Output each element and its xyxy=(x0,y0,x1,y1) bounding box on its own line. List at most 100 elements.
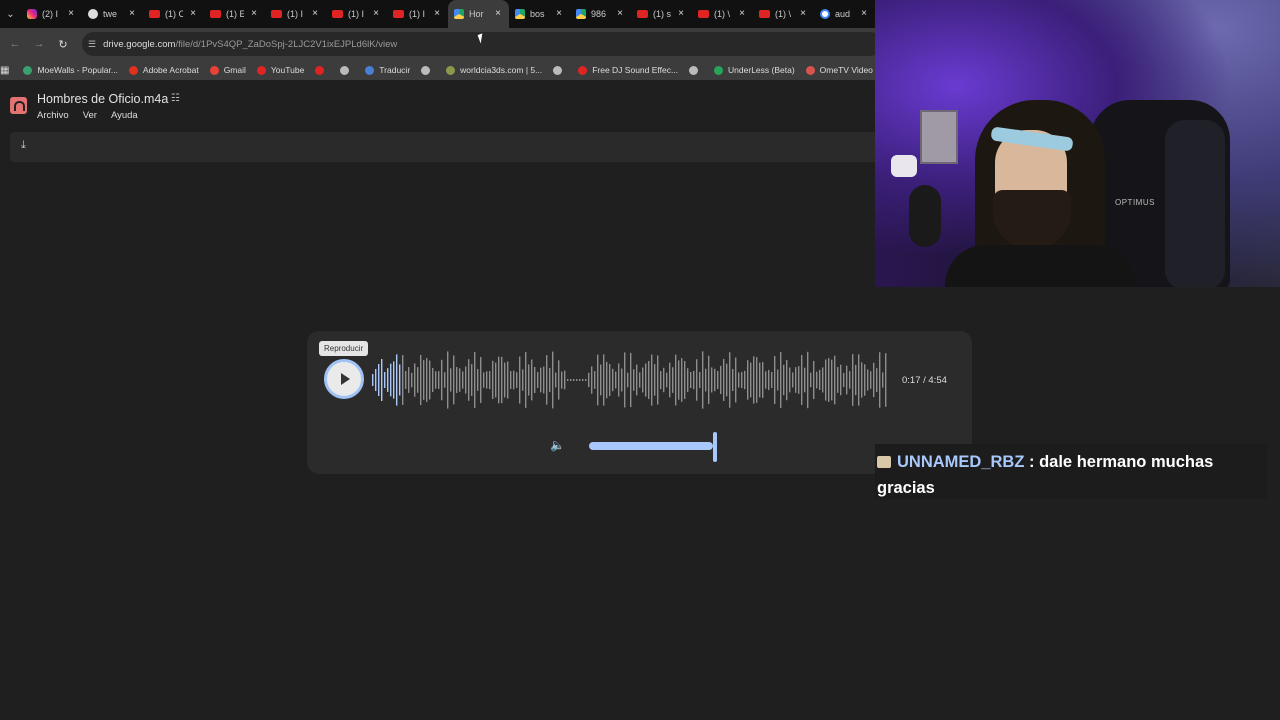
waveform-bar xyxy=(510,371,512,389)
shared-users-icon[interactable]: ☷ xyxy=(171,93,180,104)
bookmark-10[interactable]: Free DJ Sound Effec... xyxy=(578,65,678,75)
waveform-bar xyxy=(585,379,587,381)
bookmark-7[interactable] xyxy=(421,65,435,75)
bookmark-favicon-icon xyxy=(446,65,456,75)
waveform-bar xyxy=(693,370,695,390)
reload-icon[interactable]: ↻ xyxy=(51,38,75,51)
waveform-bar xyxy=(756,357,758,403)
gaming-chair-side xyxy=(1165,120,1225,287)
site-info-icon[interactable]: ☰ xyxy=(88,39,96,50)
waveform-bar xyxy=(501,356,503,404)
waveform-bar xyxy=(489,371,491,390)
bookmark-0[interactable]: MoeWalls - Popular... xyxy=(23,65,118,75)
apps-grid-icon[interactable]: ▦ xyxy=(0,65,9,76)
waveform-bar xyxy=(681,358,683,402)
tab-6[interactable]: (1) I × xyxy=(387,0,448,28)
tab-8[interactable]: bos × xyxy=(509,0,570,28)
tab-7[interactable]: Hor × xyxy=(448,0,509,28)
bookmark-11[interactable] xyxy=(689,65,703,75)
back-icon[interactable]: ← xyxy=(3,38,27,50)
tab-9[interactable]: 986 × xyxy=(570,0,631,28)
tab-3[interactable]: (1) E × xyxy=(204,0,265,28)
waveform-bar xyxy=(744,370,746,390)
close-tab-icon[interactable]: × xyxy=(190,8,196,19)
menu-ver[interactable]: Ver xyxy=(83,110,97,121)
close-tab-icon[interactable]: × xyxy=(739,8,745,19)
tab-title: (1) C xyxy=(165,9,183,19)
menu-archivo[interactable]: Archivo xyxy=(37,110,69,121)
bookmark-1[interactable]: Adobe Acrobat xyxy=(128,65,199,75)
play-button[interactable] xyxy=(324,359,364,399)
waveform-bar xyxy=(573,379,575,381)
tab-2[interactable]: (1) C × xyxy=(143,0,204,28)
waveform-bar xyxy=(387,368,389,392)
tab-4[interactable]: (1) I × xyxy=(265,0,326,28)
waveform-bar xyxy=(414,363,416,397)
waveform-seekbar[interactable] xyxy=(372,349,888,411)
close-tab-icon[interactable]: × xyxy=(800,8,806,19)
waveform-bar xyxy=(831,359,833,401)
waveform-bar xyxy=(447,351,449,409)
bookmark-12[interactable]: UnderLess (Beta) xyxy=(714,65,795,75)
close-tab-icon[interactable]: × xyxy=(556,8,562,19)
tab-11[interactable]: (1) \ × xyxy=(692,0,753,28)
close-tab-icon[interactable]: × xyxy=(312,8,318,19)
close-tab-icon[interactable]: × xyxy=(861,8,867,19)
volume-slider-thumb[interactable] xyxy=(713,432,717,462)
bookmark-4[interactable] xyxy=(315,65,329,75)
waveform-bar xyxy=(450,368,452,392)
close-tab-icon[interactable]: × xyxy=(434,8,440,19)
bookmark-3[interactable]: YouTube xyxy=(256,65,304,75)
tab-13[interactable]: aud × xyxy=(814,0,875,28)
tab-1[interactable]: twe × xyxy=(82,0,143,28)
bookmark-2[interactable]: Gmail xyxy=(209,65,246,75)
waveform-bar xyxy=(819,369,821,390)
volume-slider[interactable] xyxy=(589,442,713,450)
download-icon[interactable]: ⤓ xyxy=(21,139,26,152)
close-tab-icon[interactable]: × xyxy=(373,8,379,19)
close-tab-icon[interactable]: × xyxy=(678,8,684,19)
tab-search-icon[interactable]: ⌄ xyxy=(0,9,21,20)
bookmark-9[interactable] xyxy=(553,65,567,75)
waveform-bar xyxy=(435,371,437,389)
close-tab-icon[interactable]: × xyxy=(68,8,74,19)
waveform-bar xyxy=(822,367,824,393)
waveform-bar xyxy=(864,364,866,396)
tab-0[interactable]: (2) I × xyxy=(21,0,82,28)
waveform-bar xyxy=(834,355,836,405)
waveform-bar xyxy=(807,351,809,409)
menu-ayuda[interactable]: Ayuda xyxy=(111,110,138,121)
waveform-bar xyxy=(576,379,578,381)
close-tab-icon[interactable]: × xyxy=(495,8,501,19)
tab-10[interactable]: (1) s × xyxy=(631,0,692,28)
waveform-bar xyxy=(870,371,872,389)
volume-icon[interactable]: 🔈 xyxy=(550,438,565,452)
tab-title: (1) I xyxy=(287,9,304,19)
waveform-bar xyxy=(459,368,461,392)
waveform-bar xyxy=(663,367,665,393)
youtube-icon xyxy=(637,10,648,18)
waveform-bar xyxy=(540,367,542,393)
youtube-icon xyxy=(698,10,709,18)
bookmark-favicon-icon xyxy=(315,65,325,75)
waveform-bar xyxy=(480,357,482,403)
close-tab-icon[interactable]: × xyxy=(251,8,257,19)
forward-icon[interactable]: → xyxy=(27,38,51,50)
waveform-bar xyxy=(378,364,380,396)
close-tab-icon[interactable]: × xyxy=(617,8,623,19)
bookmark-5[interactable] xyxy=(340,65,354,75)
tab-12[interactable]: (1) \ × xyxy=(753,0,814,28)
close-tab-icon[interactable]: × xyxy=(129,8,135,19)
bookmark-8[interactable]: worldcia3ds.com | 5... xyxy=(446,65,542,75)
bookmark-6[interactable]: Traducir xyxy=(365,65,410,75)
tab-title: twe xyxy=(103,9,118,19)
youtube-icon xyxy=(759,10,770,18)
waveform-bar xyxy=(411,372,413,388)
shelf-decoration xyxy=(891,155,917,177)
bookmark-label: UnderLess (Beta) xyxy=(728,65,795,75)
waveform-bar xyxy=(396,354,398,406)
tab-5[interactable]: (1) I × xyxy=(326,0,387,28)
youtube-icon xyxy=(332,10,343,18)
waveform-bar xyxy=(552,351,554,409)
tab-title: (1) \ xyxy=(775,9,792,19)
